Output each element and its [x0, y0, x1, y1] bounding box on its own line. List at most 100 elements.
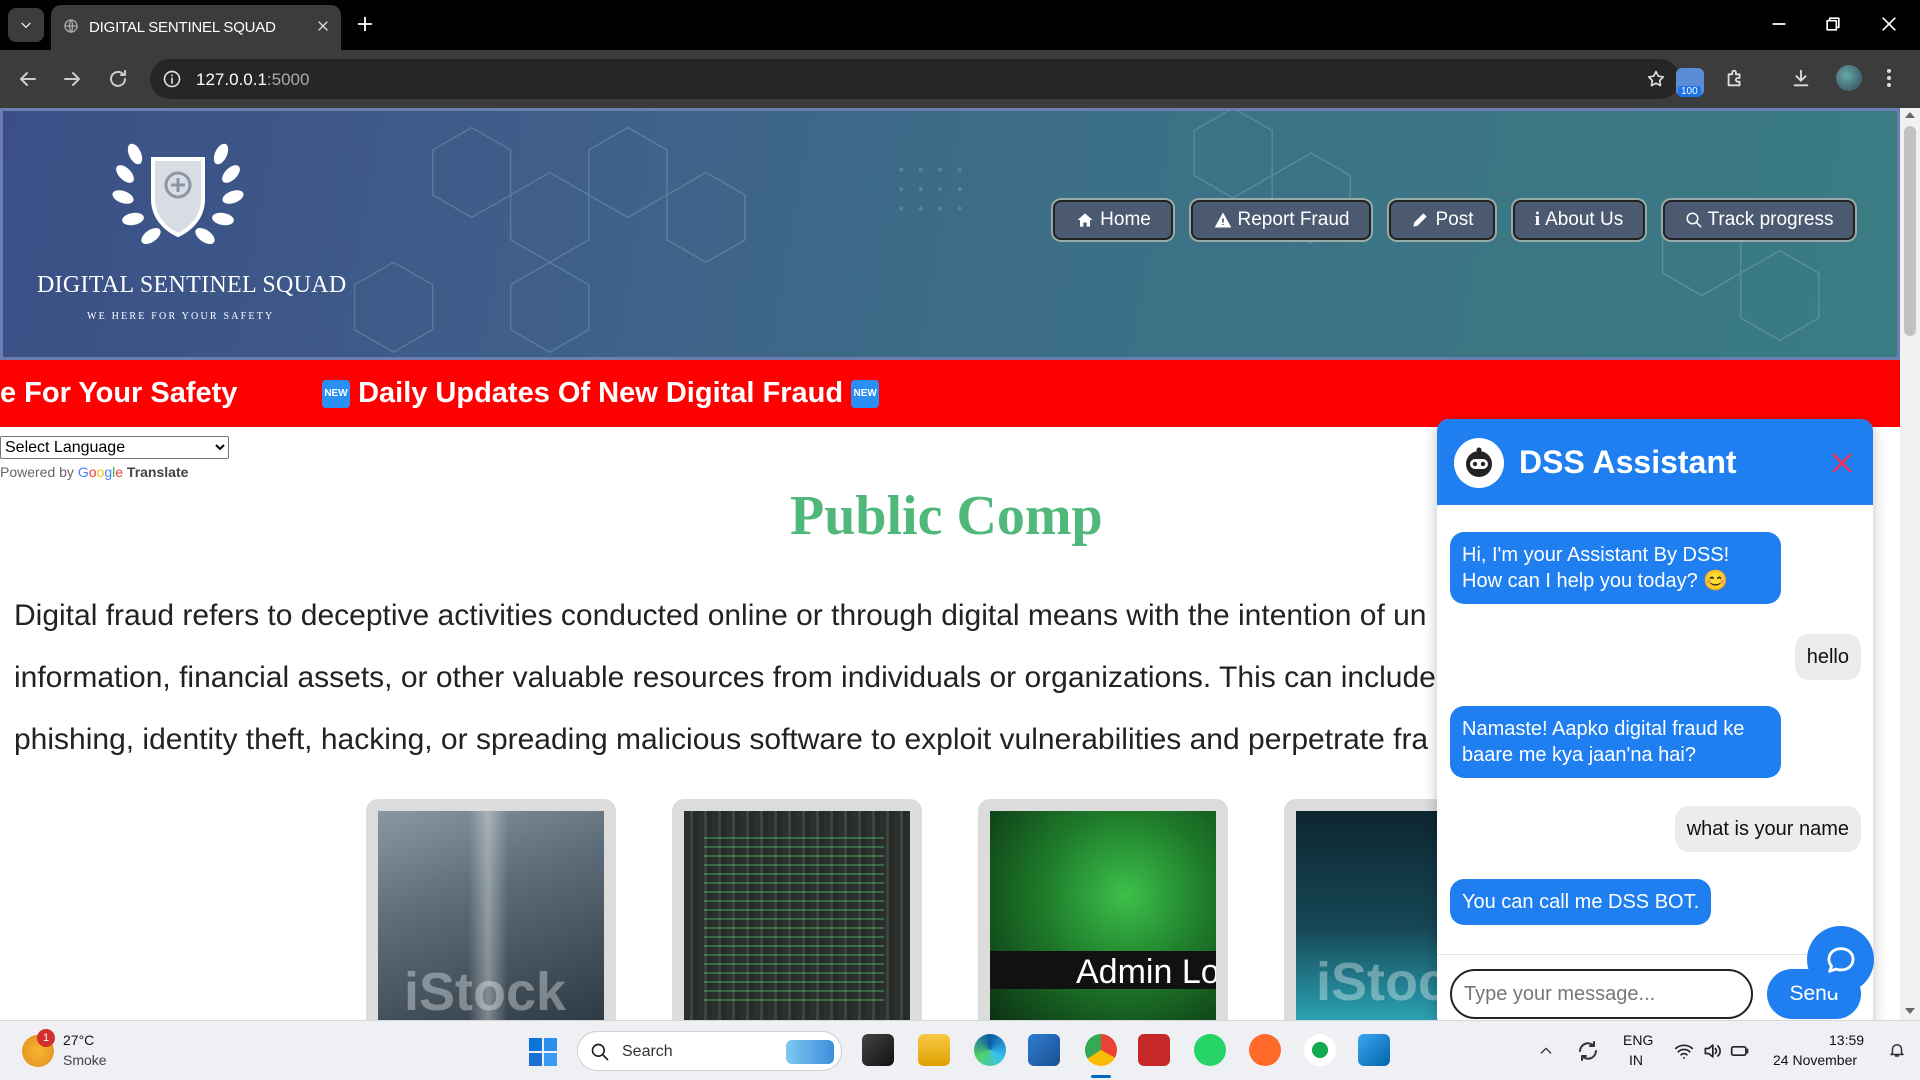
robot-icon	[1466, 447, 1492, 477]
page-scrollbar[interactable]	[1900, 108, 1920, 1020]
globe-icon	[64, 19, 78, 33]
new-badge-icon: NEW	[851, 380, 880, 409]
store-icon[interactable]	[1028, 1034, 1060, 1066]
chat-bubble-icon	[1827, 946, 1854, 973]
scroll-thumb[interactable]	[1904, 126, 1916, 336]
nav-post-button[interactable]: Post	[1389, 200, 1495, 240]
bot-message: You can call me DSS BOT.	[1450, 879, 1712, 925]
chat-message-input[interactable]	[1450, 969, 1753, 1019]
window-close-icon[interactable]	[1879, 14, 1899, 34]
taskbar-search[interactable]: Search	[577, 1031, 842, 1071]
minimize-icon[interactable]	[1769, 14, 1789, 34]
windows-taskbar: 1 27°C Smoke Search ENG IN 13:59 24 Nove…	[0, 1020, 1920, 1080]
back-icon[interactable]	[16, 67, 40, 91]
card-image: Admin Lo	[990, 811, 1216, 1020]
volume-icon	[1704, 1044, 1721, 1058]
weather-alert-badge: 1	[37, 1029, 55, 1047]
extensions-puzzle-icon[interactable]	[1724, 67, 1746, 89]
clock-date[interactable]: 24 November	[1773, 1052, 1857, 1068]
wifi-icon	[1674, 1044, 1694, 1059]
system-tray-icons[interactable]	[1674, 1041, 1750, 1061]
nav-about-button[interactable]: i About Us	[1513, 200, 1645, 240]
url-text: 127.0.0.1:5000	[196, 70, 309, 90]
forward-icon[interactable]	[60, 67, 84, 91]
ticker-item: NEW Daily Updates Of New Digital Fraud N…	[322, 377, 880, 410]
profile-avatar[interactable]	[1836, 65, 1862, 91]
nav-report-fraud-label: Report Fraud	[1237, 209, 1350, 230]
input-language[interactable]: ENG	[1623, 1032, 1653, 1048]
browser-tab[interactable]: DIGITAL SENTINEL SQUAD	[51, 5, 341, 50]
chrome-icon[interactable]	[1085, 1034, 1117, 1066]
bookmark-star-icon[interactable]	[1646, 69, 1666, 89]
mcafee-icon[interactable]	[1138, 1034, 1170, 1066]
card-caption: Admin Lo	[1076, 953, 1216, 991]
whatsapp-icon[interactable]	[1194, 1034, 1226, 1066]
scroll-down-arrow[interactable]	[1905, 1008, 1915, 1014]
chevron-up-icon[interactable]	[1538, 1043, 1554, 1059]
language-select[interactable]: Select Language	[0, 436, 229, 459]
download-icon[interactable]	[1790, 67, 1812, 89]
info-icon: i	[1534, 209, 1541, 230]
warning-icon	[1214, 212, 1231, 228]
postman-icon[interactable]	[1249, 1034, 1281, 1066]
menu-kebab-icon[interactable]	[1886, 67, 1892, 89]
new-tab-icon[interactable]	[354, 13, 376, 35]
user-message: what is your name	[1674, 806, 1861, 852]
nav-report-fraud-button[interactable]: Report Fraud	[1191, 200, 1371, 240]
nav-home-label: Home	[1100, 209, 1151, 230]
pencil-icon	[1413, 213, 1428, 227]
chat-header: DSS Assistant	[1437, 419, 1873, 505]
restore-icon[interactable]	[1823, 14, 1843, 34]
translate-link[interactable]: Translate	[127, 464, 188, 480]
edge-icon[interactable]	[974, 1034, 1006, 1066]
active-app-indicator	[1091, 1075, 1111, 1078]
nav-track-progress-button[interactable]: Track progress	[1663, 200, 1855, 240]
extension-badge: 100	[1678, 86, 1701, 97]
weather-description: Smoke	[63, 1052, 107, 1068]
windows-start-icon[interactable]	[528, 1037, 558, 1067]
site-tagline: WE HERE FOR YOUR SAFETY	[87, 311, 275, 322]
close-icon[interactable]	[1828, 449, 1856, 477]
page-title: Public Comp	[790, 485, 1103, 547]
chat-toggle-button[interactable]	[1807, 926, 1874, 993]
google-logo: Google	[77, 464, 124, 480]
tab-title: DIGITAL SENTINEL SQUAD	[89, 19, 276, 36]
nav-home-button[interactable]: Home	[1053, 200, 1173, 240]
search-label: Search	[622, 1043, 673, 1060]
ticker-item-text: Daily Updates Of New Digital Fraud	[358, 377, 844, 409]
fraud-card[interactable]: Admin Lo	[978, 799, 1228, 1020]
weather-temperature: 27°C	[63, 1032, 95, 1048]
site-name: DIGITAL SENTINEL SQUAD	[37, 272, 347, 298]
mongodb-icon[interactable]	[1304, 1034, 1336, 1066]
ticker-item: e For Your Safety	[0, 377, 238, 409]
news-ticker: e For Your Safety NEW Daily Updates Of N…	[0, 360, 1900, 427]
fraud-card[interactable]	[672, 799, 922, 1020]
site-info-icon[interactable]	[162, 69, 182, 89]
notification-bell-icon[interactable]	[1888, 1041, 1906, 1059]
input-region: IN	[1629, 1052, 1643, 1068]
card-image	[684, 811, 910, 1020]
task-view-icon[interactable]	[862, 1034, 894, 1066]
clock-time[interactable]: 13:59	[1829, 1032, 1864, 1048]
file-explorer-icon[interactable]	[918, 1034, 950, 1066]
laurel-shield-logo	[112, 143, 244, 244]
chat-widget: DSS Assistant Hi, I'm your Assistant By …	[1437, 419, 1873, 1020]
battery-icon	[1730, 1046, 1749, 1056]
scroll-up-arrow[interactable]	[1905, 112, 1915, 118]
vscode-icon[interactable]	[1358, 1034, 1390, 1066]
url-port: :5000	[266, 70, 310, 89]
nav-post-label: Post	[1435, 209, 1474, 230]
site-header: DIGITAL SENTINEL SQUAD WE HERE FOR YOUR …	[0, 108, 1900, 360]
fraud-card[interactable]: iStock	[366, 799, 616, 1020]
sync-icon[interactable]	[1576, 1039, 1600, 1063]
tab-list-button[interactable]	[8, 8, 44, 42]
reload-icon[interactable]	[106, 67, 130, 91]
user-message: hello	[1794, 634, 1861, 680]
bot-message: Hi, I'm your Assistant By DSS! How can I…	[1450, 532, 1781, 604]
bot-message: Namaste! Aapko digital fraud ke baare me…	[1450, 706, 1781, 778]
search-icon	[1686, 212, 1701, 228]
nav-about-label: About Us	[1545, 209, 1624, 230]
nav-track-progress-label: Track progress	[1707, 209, 1834, 230]
address-bar[interactable]: 127.0.0.1:5000	[150, 59, 1680, 99]
close-tab-icon[interactable]	[315, 18, 331, 34]
